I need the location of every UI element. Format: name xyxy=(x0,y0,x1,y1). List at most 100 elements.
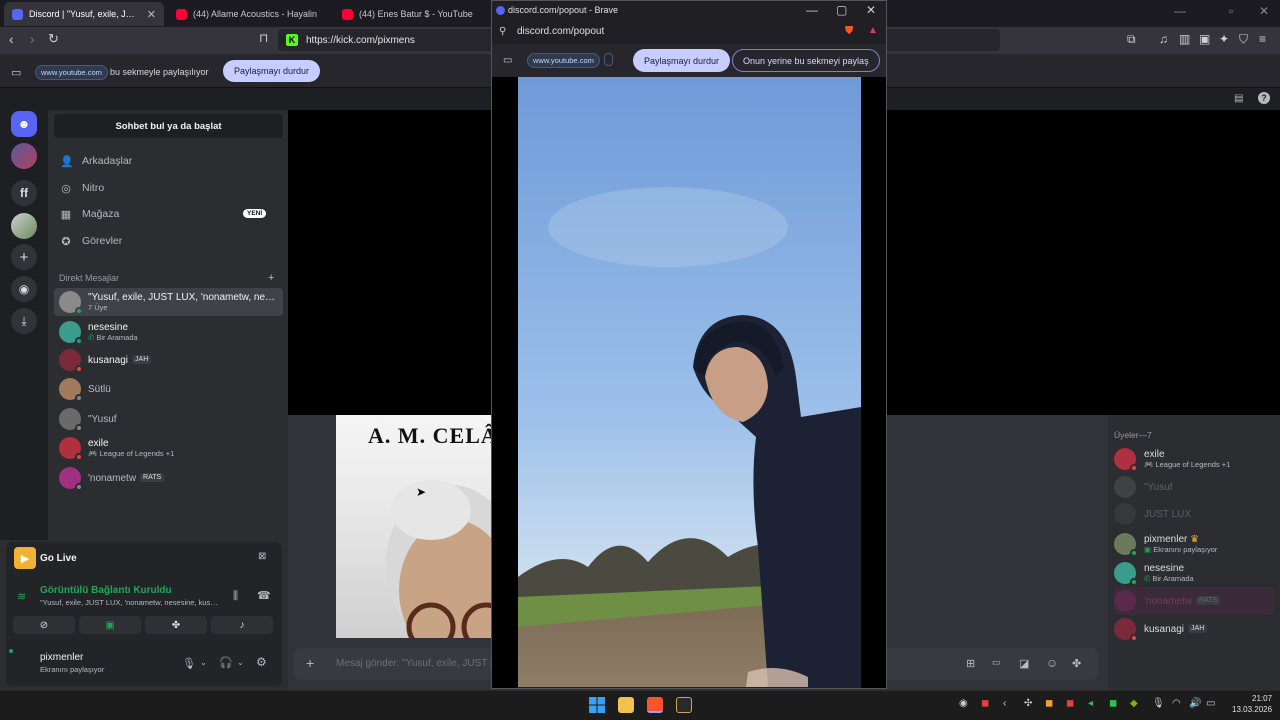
add-server-icon[interactable]: + xyxy=(11,244,37,270)
stop-sharing-button[interactable]: Paylaşmayı durdur xyxy=(223,60,321,82)
emoji-icon[interactable]: ☺ xyxy=(1046,656,1058,670)
tray-app-icon[interactable]: ◂ xyxy=(1088,698,1093,709)
shared-image-book-cover[interactable]: A. M. CELÂL xyxy=(336,415,492,638)
gif-icon[interactable]: ▭ xyxy=(992,657,1001,668)
menu-icon[interactable]: ≡ xyxy=(1259,32,1266,46)
nav-quests[interactable]: ✪ Görevler xyxy=(60,229,122,253)
member-yusuf[interactable]: "Yusuf xyxy=(1114,473,1173,501)
maximize-icon[interactable]: ▫ xyxy=(1229,4,1233,18)
dm-item-nonametw[interactable]: 'nonametw RATS xyxy=(54,464,283,492)
shared-video-stream[interactable] xyxy=(518,77,861,687)
tray-app-icon[interactable]: ‹ xyxy=(1003,698,1006,709)
create-dm-icon[interactable]: + xyxy=(268,272,274,284)
activities-button[interactable]: ✤ xyxy=(145,616,207,634)
windows-start-icon[interactable] xyxy=(589,697,605,713)
wallet-icon[interactable]: ▣ xyxy=(1199,32,1210,46)
nav-friends[interactable]: 👤 Arkadaşlar xyxy=(60,149,132,173)
popout-url[interactable]: discord.com/popout xyxy=(517,26,604,37)
screen-icon: ▣ xyxy=(1144,545,1152,554)
wifi-icon[interactable]: ◠ xyxy=(1172,698,1181,709)
dm-name-text: kusanagi xyxy=(88,354,129,366)
apps-icon[interactable]: ✤ xyxy=(1072,657,1081,670)
vpn-icon[interactable]: ⛉ xyxy=(1239,32,1248,47)
minimize-icon[interactable]: — xyxy=(1174,4,1186,18)
share-this-tab-instead-button[interactable]: Onun yerine bu sekmeyi paylaş xyxy=(732,49,880,72)
member-nesesine[interactable]: nesesine ✆ Bir Aramada xyxy=(1114,559,1194,587)
noise-suppression-icon[interactable]: ⫼ xyxy=(233,590,238,603)
media-icon[interactable]: ♫ xyxy=(1159,32,1168,46)
sticker-icon[interactable]: ◪ xyxy=(1019,657,1029,670)
tray-app-icon[interactable]: ◼ xyxy=(981,698,989,709)
tab-youtube-2[interactable]: (44) Enes Batur $ - YouTube xyxy=(334,2,489,26)
league-client-icon[interactable] xyxy=(676,697,692,713)
brave-rewards-icon[interactable]: ▲ xyxy=(868,25,878,36)
server-ff-icon[interactable]: ff xyxy=(11,180,37,206)
battery-icon[interactable]: ▭ xyxy=(1206,698,1215,709)
camera-toggle-button[interactable]: ⊘ xyxy=(13,616,75,634)
back-icon[interactable]: ‹ xyxy=(9,31,14,47)
brave-shields-icon[interactable]: ⛊ xyxy=(845,25,853,38)
popout-stop-sharing-button[interactable]: Paylaşmayı durdur xyxy=(633,49,731,72)
popout-maximize-icon[interactable]: ▢ xyxy=(836,3,847,17)
voice-connected-status[interactable]: Görüntülü Bağlantı Kuruldu xyxy=(40,585,172,596)
tray-app-icon[interactable]: ◉ xyxy=(959,698,968,709)
dm-item-kusanagi[interactable]: kusanagi JAH xyxy=(54,346,283,374)
download-icon[interactable]: ⤓ xyxy=(11,308,37,334)
member-exile[interactable]: exile 🎮 League of Legends +1 xyxy=(1114,445,1230,473)
tab-youtube-1[interactable]: (44) Allame Acoustics - Hayalin Yüzünden xyxy=(168,2,328,26)
inbox-icon[interactable]: ▤ xyxy=(1234,93,1243,104)
member-nonametw[interactable]: 'nonametw RATS xyxy=(1114,587,1274,615)
member-pixmenler[interactable]: pixmenler ♛ ▣ Ekranını paylaşıyor xyxy=(1114,530,1217,558)
screen-share-button[interactable]: ▣ xyxy=(79,616,141,634)
microphone-icon[interactable]: 🎙 xyxy=(182,657,196,670)
dm-item-exile[interactable]: exile 🎮 League of Legends +1 xyxy=(54,434,283,462)
attach-plus-icon[interactable]: + xyxy=(306,655,314,671)
file-explorer-icon[interactable] xyxy=(618,697,634,713)
settings-gear-icon[interactable]: ⚙ xyxy=(256,655,267,669)
discover-icon[interactable]: ◉ xyxy=(11,276,37,302)
reload-icon[interactable]: ↻ xyxy=(48,31,59,47)
volume-icon[interactable]: 🔊 xyxy=(1189,698,1201,709)
tray-app-icon[interactable]: ✣ xyxy=(1024,698,1032,709)
dm-name-text: 'nonametw xyxy=(88,472,137,484)
nav-nitro[interactable]: ◎ Nitro xyxy=(60,176,104,200)
tab-discord[interactable]: Discord | "Yusuf, exile, JUST LUX, 'nona… xyxy=(4,2,164,26)
voice-channel-name[interactable]: "Yusuf, exile, JUST LUX, 'nonametw, nese… xyxy=(40,598,220,607)
soundboard-button[interactable]: ♪ xyxy=(211,616,273,634)
member-kusanagi[interactable]: kusanagi JAH xyxy=(1114,615,1208,643)
chevron-down-icon[interactable]: ⌄ xyxy=(200,658,207,667)
leo-ai-icon[interactable]: ✦ xyxy=(1219,32,1229,46)
server-avatar[interactable] xyxy=(11,143,37,169)
site-settings-icon[interactable]: ⚲ xyxy=(499,26,506,37)
member-name: pixmenler ♛ xyxy=(1144,534,1217,545)
server-avatar[interactable] xyxy=(11,213,37,239)
discord-home-icon[interactable]: ☻ xyxy=(11,111,37,137)
tab-close-icon[interactable]: ✕ xyxy=(147,8,156,21)
brave-browser-icon[interactable] xyxy=(647,697,663,713)
member-just-lux[interactable]: JUST LUX xyxy=(1114,500,1191,528)
system-clock[interactable]: 21:07 13.03.2026 xyxy=(1232,693,1272,715)
forward-icon[interactable]: › xyxy=(30,31,35,47)
chevron-down-icon[interactable]: ⌄ xyxy=(237,658,244,667)
bookmark-icon[interactable]: ⊓ xyxy=(259,31,268,45)
microphone-tray-icon[interactable]: 🎙 xyxy=(1152,698,1165,709)
close-window-icon[interactable]: ✕ xyxy=(1259,4,1269,18)
tab-search-icon[interactable]: ⧉ xyxy=(1127,32,1136,47)
popout-close-icon[interactable]: ✕ xyxy=(866,3,876,17)
dm-item-sutlu[interactable]: Sütlü xyxy=(54,375,283,403)
sidebar-icon[interactable]: ▥ xyxy=(1179,32,1190,46)
popout-minimize-icon[interactable]: — xyxy=(806,3,818,17)
tray-app-icon[interactable]: ◼ xyxy=(1066,698,1074,709)
tray-app-icon[interactable]: ◼ xyxy=(1045,698,1053,709)
tray-app-icon[interactable]: ◼ xyxy=(1109,698,1117,709)
dm-item-yusuf[interactable]: "Yusuf xyxy=(54,405,283,433)
headphones-icon[interactable]: 🎧 xyxy=(219,656,233,669)
gift-icon[interactable]: ⊞ xyxy=(966,657,975,670)
help-icon[interactable]: ? xyxy=(1258,92,1270,104)
stop-stream-icon[interactable]: ⊠ xyxy=(258,551,266,562)
dm-item-nesesine[interactable]: nesesine ✆ Bir Aramada xyxy=(54,318,283,346)
disconnect-icon[interactable]: ☎ xyxy=(257,589,271,602)
nvidia-icon[interactable]: ◆ xyxy=(1130,698,1138,709)
find-conversation-button[interactable]: Sohbet bul ya da başlat xyxy=(54,114,283,138)
dm-item-group[interactable]: "Yusuf, exile, JUST LUX, 'nonametw, nese… xyxy=(54,288,283,316)
